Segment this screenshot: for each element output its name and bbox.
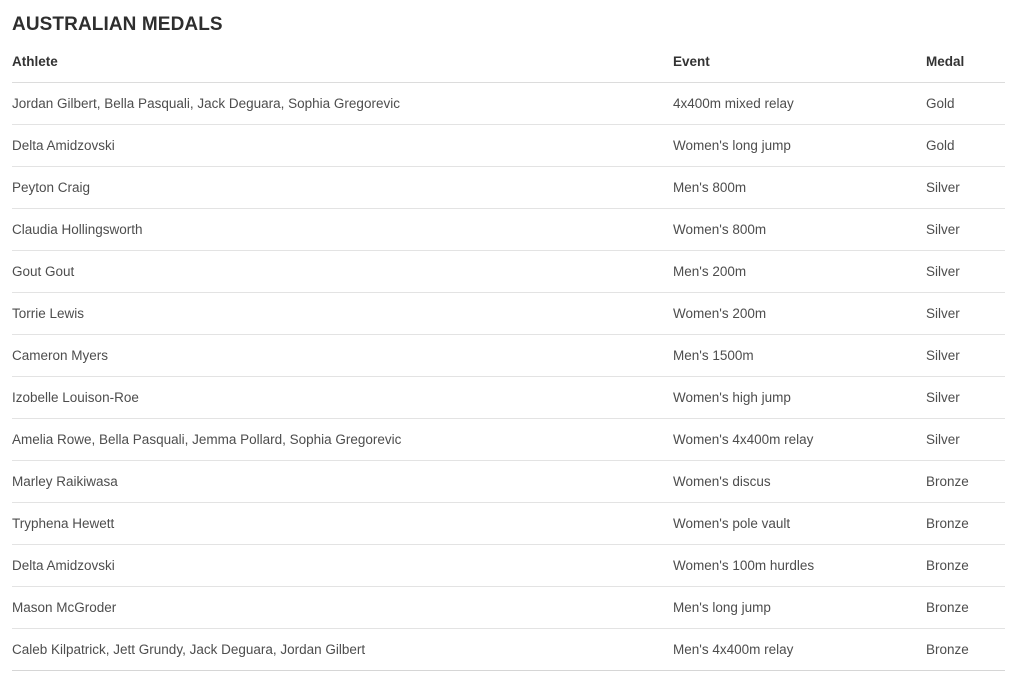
table-row[interactable]: Amelia Rowe, Bella Pasquali, Jemma Polla… [12, 418, 1005, 461]
cell-athlete: Delta Amidzovski [12, 124, 673, 167]
cell-medal: Silver [926, 166, 1005, 209]
cell-event: Women's 100m hurdles [673, 544, 926, 587]
page-title: AUSTRALIAN MEDALS [12, 14, 223, 35]
table-body: Jordan Gilbert, Bella Pasquali, Jack Deg… [12, 82, 1005, 671]
cell-athlete: Amelia Rowe, Bella Pasquali, Jemma Polla… [12, 418, 673, 461]
cell-event: Women's high jump [673, 376, 926, 419]
cell-medal: Silver [926, 292, 1005, 335]
cell-medal: Gold [926, 82, 1005, 125]
table-row[interactable]: Delta Amidzovski Women's long jump Gold [12, 124, 1005, 167]
cell-medal: Silver [926, 208, 1005, 251]
cell-athlete: Gout Gout [12, 250, 673, 293]
column-header-event[interactable]: Event [673, 54, 926, 83]
cell-athlete: Izobelle Louison-Roe [12, 376, 673, 419]
cell-athlete: Torrie Lewis [12, 292, 673, 335]
cell-athlete: Marley Raikiwasa [12, 460, 673, 503]
table-header-row: Athlete Event Medal [12, 54, 1005, 83]
cell-athlete: Peyton Craig [12, 166, 673, 209]
cell-athlete: Mason McGroder [12, 586, 673, 629]
table-row[interactable]: Jordan Gilbert, Bella Pasquali, Jack Deg… [12, 82, 1005, 125]
cell-medal: Bronze [926, 628, 1005, 671]
table-row[interactable]: Torrie Lewis Women's 200m Silver [12, 292, 1005, 335]
cell-event: Women's pole vault [673, 502, 926, 545]
table-row[interactable]: Claudia Hollingsworth Women's 800m Silver [12, 208, 1005, 251]
cell-event: Women's 4x400m relay [673, 418, 926, 461]
table-row[interactable]: Caleb Kilpatrick, Jett Grundy, Jack Degu… [12, 628, 1005, 671]
cell-athlete: Claudia Hollingsworth [12, 208, 673, 251]
cell-medal: Silver [926, 376, 1005, 419]
australian-medals-table: Athlete Event Medal Jordan Gilbert, Bell… [12, 54, 1005, 671]
table-header: Athlete Event Medal [12, 54, 1005, 83]
table-row[interactable]: Tryphena Hewett Women's pole vault Bronze [12, 502, 1005, 545]
cell-medal: Bronze [926, 502, 1005, 545]
cell-medal: Silver [926, 334, 1005, 377]
table-row[interactable]: Mason McGroder Men's long jump Bronze [12, 586, 1005, 629]
table-row[interactable]: Delta Amidzovski Women's 100m hurdles Bron… [12, 544, 1005, 587]
cell-medal: Silver [926, 250, 1005, 293]
column-header-medal[interactable]: Medal [926, 54, 1005, 83]
cell-medal: Bronze [926, 544, 1005, 587]
cell-event: Men's long jump [673, 586, 926, 629]
cell-athlete: Jordan Gilbert, Bella Pasquali, Jack Deg… [12, 82, 673, 125]
cell-event: Women's discus [673, 460, 926, 503]
table-row[interactable]: Peyton Craig Men's 800m Silver [12, 166, 1005, 209]
cell-medal: Silver [926, 418, 1005, 461]
cell-athlete: Cameron Myers [12, 334, 673, 377]
cell-event: Men's 200m [673, 250, 926, 293]
cell-event: Men's 800m [673, 166, 926, 209]
cell-event: 4x400m mixed relay [673, 82, 926, 125]
table-row[interactable]: Izobelle Louison-Roe Women's high jump Sil… [12, 376, 1005, 419]
medals-table-container: Athlete Event Medal Jordan Gilbert, Bell… [0, 54, 1020, 671]
cell-event: Women's long jump [673, 124, 926, 167]
table-row[interactable]: Cameron Myers Men's 1500m Silver [12, 334, 1005, 377]
cell-medal: Bronze [926, 460, 1005, 503]
cell-athlete: Delta Amidzovski [12, 544, 673, 587]
table-row[interactable]: Gout Gout Men's 200m Silver [12, 250, 1005, 293]
cell-event: Men's 4x400m relay [673, 628, 926, 671]
cell-event: Men's 1500m [673, 334, 926, 377]
cell-event: Women's 200m [673, 292, 926, 335]
cell-medal: Gold [926, 124, 1005, 167]
page-root: AUSTRALIAN MEDALS Athlete Event Medal Jo… [0, 0, 1020, 675]
cell-athlete: Caleb Kilpatrick, Jett Grundy, Jack Degu… [12, 628, 673, 671]
table-row[interactable]: Marley Raikiwasa Women's discus Bronze [12, 460, 1005, 503]
cell-medal: Bronze [926, 586, 1005, 629]
cell-athlete: Tryphena Hewett [12, 502, 673, 545]
column-header-athlete[interactable]: Athlete [12, 54, 673, 83]
cell-event: Women's 800m [673, 208, 926, 251]
